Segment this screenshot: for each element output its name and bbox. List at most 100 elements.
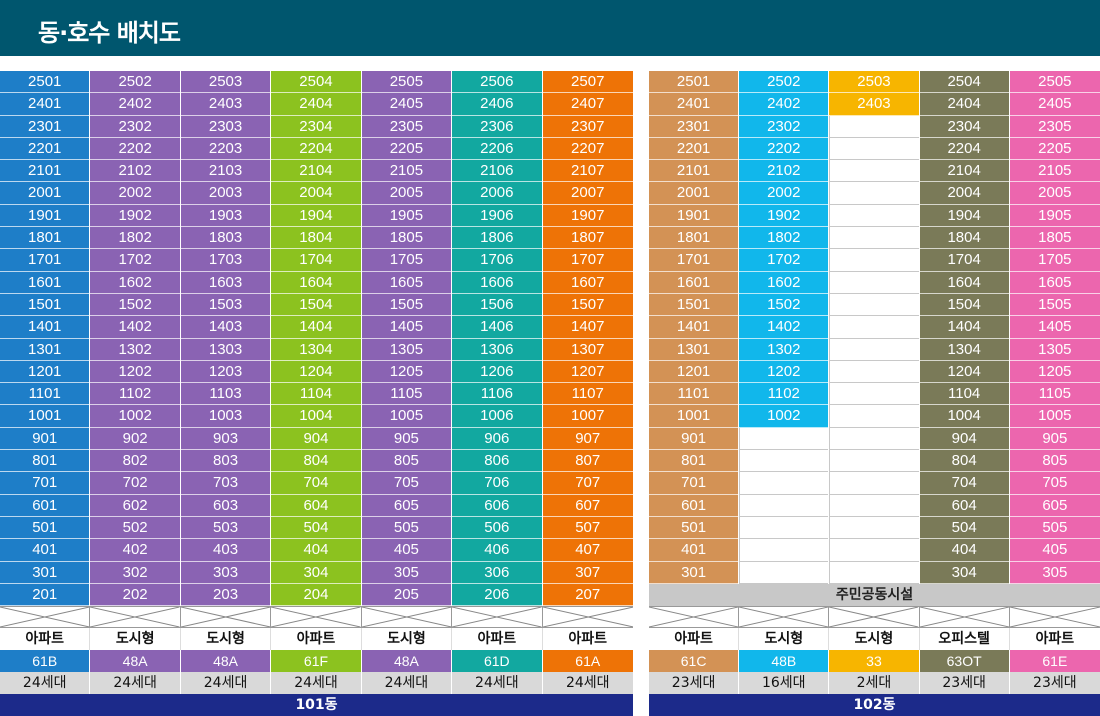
- type-label: 아파트: [1035, 630, 1075, 647]
- unit-cell: 1005: [361, 405, 452, 428]
- unit-cell: 1404: [271, 316, 361, 339]
- unit-cell: 1201: [0, 360, 90, 384]
- unit-cell: 1405: [1009, 316, 1100, 339]
- count-label: 24세대: [452, 672, 543, 695]
- unit-cell: 1302: [90, 338, 180, 361]
- unit-cell: 2401: [0, 93, 90, 116]
- empty-cell: [739, 516, 829, 540]
- unit-cell: 905: [1009, 427, 1100, 451]
- crossed-cell-icon: [543, 607, 633, 627]
- unit-cell: 1602: [739, 271, 829, 294]
- unit-cell: 1801: [649, 227, 739, 250]
- unit-cell: 904: [919, 427, 1009, 451]
- unit-cell: 1104: [271, 383, 361, 406]
- unit-cell: 203: [180, 583, 271, 607]
- unit-cell: 501: [0, 516, 90, 540]
- unit-cell: 2504: [919, 71, 1009, 94]
- unit-cell: 2405: [361, 93, 452, 116]
- unit-cell: 2306: [452, 115, 542, 138]
- unit-cell: 1902: [90, 204, 180, 228]
- unit-cell: 1004: [919, 405, 1009, 428]
- unit-cell: 1303: [180, 338, 271, 361]
- crossed-cell-icon: [0, 607, 91, 628]
- unit-cell: 303: [180, 561, 271, 584]
- household-count-row: 24세대 24세대 24세대 24세대 24세대 24세대 24세대: [0, 672, 633, 695]
- empty-cell: [829, 204, 919, 228]
- unit-cell: 404: [919, 539, 1009, 562]
- unit-cell: 1804: [919, 227, 1009, 250]
- crossed-cell-icon: [739, 606, 830, 627]
- unit-cell: 2103: [180, 160, 271, 183]
- unit-cell: 1505: [361, 293, 452, 317]
- unit-cell: 1806: [452, 227, 542, 250]
- count-label: 24세대: [180, 672, 272, 695]
- unit-cell: 1905: [1009, 204, 1100, 228]
- unit-cell: 304: [919, 561, 1009, 584]
- unit-cell: 2201: [649, 137, 739, 161]
- empty-cell: [829, 360, 919, 384]
- unit-cell: 2005: [361, 182, 452, 205]
- unit-label: 61F: [271, 650, 362, 673]
- unit-cell: 2204: [919, 137, 1009, 161]
- crossed-cell-icon: [271, 607, 362, 628]
- unit-cell: 2505: [1009, 71, 1100, 94]
- unit-cell: 1305: [361, 338, 452, 361]
- unit-cell: 505: [361, 516, 452, 540]
- unit-cell: 1205: [361, 360, 452, 384]
- empty-cell: [829, 316, 919, 339]
- unit-cell: 1305: [1009, 338, 1100, 361]
- unit-cell: 605: [1009, 494, 1100, 517]
- count-label: 16세대: [739, 671, 830, 694]
- unit-cell: 405: [361, 539, 452, 562]
- unit-cell: 907: [542, 427, 633, 451]
- page-title: 동·호수 배치도: [38, 19, 181, 47]
- unit-cell: 1704: [919, 249, 1009, 272]
- empty-cell: [829, 383, 919, 406]
- unit-cell: 2205: [1009, 137, 1100, 161]
- unit-cell: 2002: [90, 182, 180, 205]
- crossed-cell-icon: [90, 607, 181, 628]
- unit-cell: 904: [271, 427, 361, 451]
- unit-label: 63OT: [919, 649, 1010, 672]
- count-label: 23세대: [919, 671, 1010, 694]
- unit-cell: 2301: [649, 115, 739, 138]
- crossed-cell-icon: [829, 606, 920, 627]
- crossed-cell-icon: [1010, 607, 1100, 627]
- unit-cell: 1705: [1009, 249, 1100, 272]
- unit-cell: 1101: [0, 383, 90, 406]
- unit-cell: 2505: [361, 71, 452, 94]
- unit-cell: 1407: [542, 316, 633, 339]
- unit-cell: 1004: [271, 405, 361, 428]
- unit-cell: 304: [271, 561, 361, 584]
- unit-cell: 1605: [361, 271, 452, 294]
- unit-cell: 1802: [739, 227, 829, 250]
- unit-cell: 507: [542, 516, 633, 540]
- unit-cell: 804: [271, 450, 361, 473]
- unit-cell: 2403: [180, 93, 271, 116]
- unit-cell: 2205: [361, 137, 452, 161]
- empty-cell: [739, 561, 829, 584]
- unit-cell: 1502: [739, 293, 829, 317]
- unit-cell: 1307: [542, 338, 633, 361]
- unit-column-06: 2506 2406 2306 2206 2106 2006 1906 1806 1706 1606…: [452, 71, 543, 607]
- type-label: 아파트: [649, 627, 740, 650]
- unit-cell: 502: [90, 516, 180, 540]
- unit-cell: 2101: [0, 160, 90, 183]
- unit-cell: 2305: [1009, 115, 1100, 138]
- unit-cell: 505: [1009, 516, 1100, 540]
- empty-cell: [829, 160, 919, 183]
- unit-cell: 2202: [739, 137, 829, 161]
- unit-cell: 1805: [361, 227, 452, 250]
- unit-cell: 1703: [180, 249, 271, 272]
- unit-cell: 2004: [271, 182, 361, 205]
- empty-cell: [829, 539, 919, 562]
- unit-cell: 2204: [271, 137, 361, 161]
- unit-cell: 2003: [180, 182, 271, 205]
- unit-cell: 601: [0, 494, 90, 517]
- building-name: 101동: [0, 694, 633, 716]
- unit-cell: 602: [90, 494, 180, 517]
- unit-cell: 1903: [180, 204, 271, 228]
- unit-cell: 1704: [271, 249, 361, 272]
- unit-cell: 1402: [90, 316, 180, 339]
- unit-cell: 1006: [452, 405, 542, 428]
